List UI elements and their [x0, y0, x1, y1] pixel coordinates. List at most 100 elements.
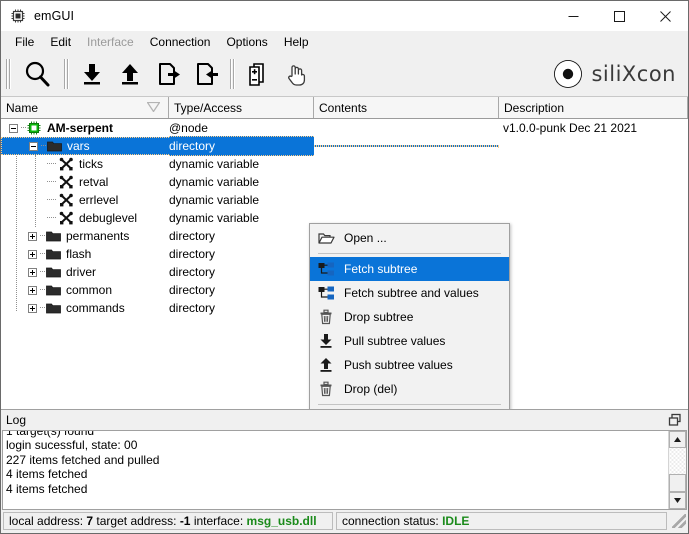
- document-plus-minus-icon: [249, 63, 264, 86]
- log-output[interactable]: 1 target(s) found login sucessful, state…: [2, 430, 687, 510]
- tree-node-type: dynamic variable: [169, 209, 314, 227]
- window-title: emGUI: [34, 9, 75, 23]
- expand-expander-icon[interactable]: [28, 249, 37, 259]
- maximize-button[interactable]: [596, 1, 642, 31]
- expand-expander-icon[interactable]: [28, 303, 37, 313]
- expand-expander-icon[interactable]: [28, 267, 37, 277]
- column-header-description-label: Description: [504, 100, 565, 115]
- tree-dotline: [40, 289, 45, 291]
- download-arrow-icon: [316, 332, 336, 350]
- log-line: 4 items fetched: [6, 481, 88, 496]
- context-menu-item-fetch-subtree-and-values[interactable]: Fetch subtree and values: [310, 281, 509, 305]
- select-tool-button[interactable]: [277, 55, 315, 93]
- tree-node-retval[interactable]: retval: [1, 173, 169, 191]
- title-bar: emGUI: [1, 1, 688, 31]
- float-window-icon[interactable]: [668, 413, 682, 427]
- scroll-down-button[interactable]: [669, 492, 686, 509]
- context-menu-item-push-subtree-values[interactable]: Push subtree values: [310, 353, 509, 377]
- tree-node-label: retval: [79, 175, 109, 189]
- menu-connection[interactable]: Connection: [142, 33, 219, 51]
- menu-help[interactable]: Help: [276, 33, 317, 51]
- tree-dotline: [40, 307, 45, 309]
- scrollbar-thumb[interactable]: [669, 474, 686, 492]
- tree-node-type: dynamic variable: [169, 191, 314, 209]
- close-icon: [659, 10, 671, 22]
- toolbar-grip-3[interactable]: [229, 59, 236, 89]
- tree-node-driver[interactable]: driver: [1, 263, 169, 281]
- collapse-expander-icon[interactable]: [9, 123, 18, 133]
- trash-icon: [316, 308, 336, 326]
- tree-node-am-serpent[interactable]: AM-serpent: [1, 119, 169, 137]
- resize-grip[interactable]: [672, 514, 686, 528]
- local-address-value: 7: [86, 514, 94, 528]
- menu-edit[interactable]: Edit: [42, 33, 79, 51]
- tree-node-commands[interactable]: commands: [1, 299, 169, 317]
- scroll-up-button[interactable]: [669, 431, 686, 448]
- table-row[interactable]: ticks dynamic variable: [1, 155, 688, 173]
- tools-icon: [59, 175, 75, 189]
- log-vertical-scrollbar[interactable]: [668, 431, 686, 509]
- expand-expander-icon[interactable]: [28, 285, 37, 295]
- add-remove-item-button[interactable]: [239, 55, 277, 93]
- status-bar: local address: 7 target address: -1 inte…: [1, 511, 688, 533]
- tree-node-permanents[interactable]: permanents: [1, 227, 169, 245]
- subtree-icon: [316, 260, 336, 278]
- column-header-contents[interactable]: Contents: [314, 97, 499, 118]
- tree-node-debuglevel[interactable]: debuglevel: [1, 209, 169, 227]
- scrollbar-track[interactable]: [669, 448, 686, 474]
- context-menu-item-drop-subtree[interactable]: Drop subtree: [310, 305, 509, 329]
- tree-dotline: [41, 145, 46, 147]
- status-connection-state: connection status: IDLE: [336, 512, 667, 530]
- close-button[interactable]: [642, 1, 688, 31]
- push-values-button[interactable]: [111, 55, 149, 93]
- tree-node-type: directory: [169, 136, 314, 156]
- expand-expander-icon[interactable]: [28, 231, 37, 241]
- table-row[interactable]: vars directory: [1, 136, 688, 156]
- tree-node-ticks[interactable]: ticks: [1, 155, 169, 173]
- column-header-name[interactable]: Name: [1, 97, 169, 118]
- context-menu-item-label: Drop subtree: [344, 310, 414, 324]
- tree-node-common[interactable]: common: [1, 281, 169, 299]
- import-file-button[interactable]: [187, 55, 225, 93]
- tree-node-vars[interactable]: vars: [1, 137, 169, 155]
- log-title-bar: Log: [1, 410, 688, 430]
- column-header-type[interactable]: Type/Access: [169, 97, 314, 118]
- toolbar-grip-2[interactable]: [63, 59, 70, 89]
- column-header-description[interactable]: Description: [499, 97, 688, 118]
- minimize-button[interactable]: [550, 1, 596, 31]
- tree-node-label: commands: [66, 301, 125, 315]
- silixcon-logo-icon: [554, 60, 583, 88]
- collapse-expander-icon[interactable]: [29, 141, 38, 151]
- menu-options[interactable]: Options: [218, 33, 275, 51]
- table-row[interactable]: errlevel dynamic variable: [1, 191, 688, 209]
- variable-tree-panel: Name Type/Access Contents Description AM…: [1, 97, 688, 410]
- tree-node-type: directory: [169, 227, 314, 245]
- menu-file[interactable]: File: [7, 33, 42, 51]
- tree-node-errlevel[interactable]: errlevel: [1, 191, 169, 209]
- context-menu[interactable]: Open ... Fetch subtree Fetch subtree and…: [309, 223, 510, 409]
- tree-node-label: vars: [67, 139, 90, 153]
- context-menu-item-fetch-subtree[interactable]: Fetch subtree: [310, 257, 509, 281]
- export-file-button[interactable]: [149, 55, 187, 93]
- tools-icon: [59, 157, 75, 171]
- tree-dotline: [47, 181, 56, 183]
- context-menu-item-label: Push subtree values: [344, 358, 453, 372]
- context-menu-item-open[interactable]: Open ...: [310, 226, 509, 250]
- context-menu-item-pull-subtree-values[interactable]: Pull subtree values: [310, 329, 509, 353]
- table-row[interactable]: retval dynamic variable: [1, 173, 688, 191]
- toolbar-grip-1[interactable]: [5, 59, 12, 89]
- table-row[interactable]: AM-serpent @node v1.0.0-punk Dec 21 2021: [1, 119, 688, 137]
- chevron-up-icon: [674, 437, 681, 442]
- log-line: 4 items fetched: [6, 467, 88, 481]
- context-menu-item-drop[interactable]: Drop (del): [310, 377, 509, 401]
- context-menu-separator: [318, 253, 501, 254]
- tree-node-flash[interactable]: flash: [1, 245, 169, 263]
- search-icon: [25, 61, 50, 87]
- tree-dotline: [40, 253, 45, 255]
- tree-dotline: [47, 217, 56, 219]
- pull-values-button[interactable]: [73, 55, 111, 93]
- chip-node-icon: [27, 121, 43, 135]
- maximize-icon: [613, 10, 625, 22]
- target-address-value: -1: [179, 514, 191, 528]
- search-button[interactable]: [15, 55, 59, 93]
